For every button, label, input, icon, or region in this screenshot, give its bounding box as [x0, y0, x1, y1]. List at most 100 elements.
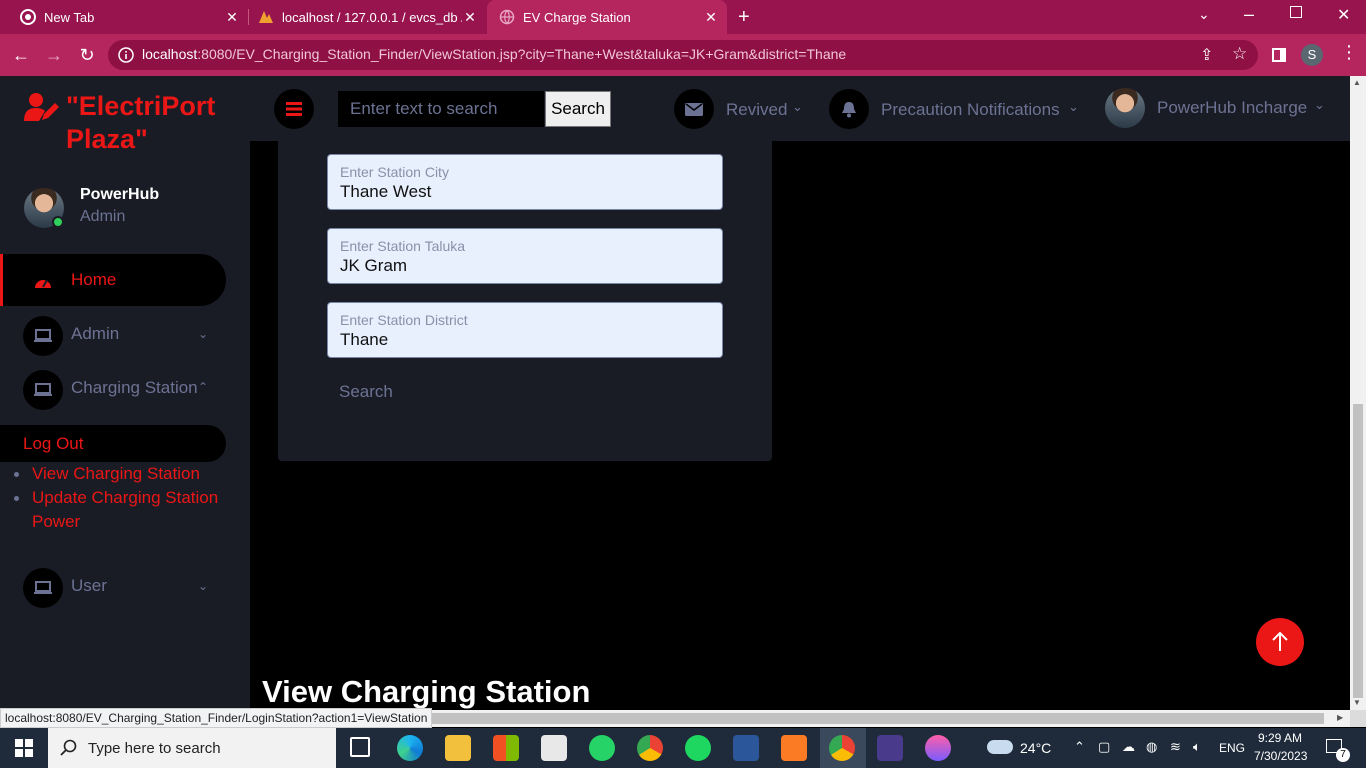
language-indicator[interactable]: ENG [1219, 741, 1245, 755]
sidebar-item-label: Charging Station [71, 378, 198, 397]
sidebar-item-charging-station[interactable]: Charging Station ⌃ [0, 362, 226, 414]
charging-station-submenu: View Charging Station Update Charging St… [12, 462, 242, 534]
close-tab-icon[interactable]: ✕ [703, 9, 719, 25]
search-button[interactable]: Search [545, 91, 611, 127]
sidebar-item-logout[interactable]: Log Out [0, 425, 226, 462]
forward-arrow-icon[interactable]: → [43, 44, 65, 66]
task-view-icon[interactable] [350, 737, 370, 757]
url-text: localhost:8080/EV_Charging_Station_Finde… [142, 46, 846, 62]
file-explorer-icon[interactable] [445, 735, 471, 761]
minimize-icon[interactable]: – [1244, 4, 1254, 25]
tab-title: localhost / 127.0.0.1 / evcs_db / r [282, 9, 462, 25]
laptop-icon [23, 316, 63, 356]
bell-icon [842, 101, 856, 117]
field-label: Enter Station District [340, 312, 468, 328]
field-value: Thane West [340, 182, 432, 201]
sidebar-item-label: Home [71, 270, 117, 289]
chevron-down-icon: ⌄ [198, 327, 209, 341]
sidebar-item-admin[interactable]: Admin ⌄ [0, 308, 226, 360]
weather-cloud-icon[interactable] [987, 740, 1013, 754]
tab-search-chevron-icon[interactable]: ⌄ [1198, 6, 1210, 23]
whatsapp-icon[interactable] [589, 735, 615, 761]
back-to-top-button[interactable] [1256, 618, 1304, 666]
tab-title: EV Charge Station [523, 9, 631, 25]
field-value: Thane [340, 330, 389, 349]
station-city-field[interactable]: Enter Station City Thane West [327, 154, 723, 210]
windows-start-icon[interactable] [15, 739, 33, 757]
edge-icon[interactable] [397, 735, 423, 761]
volume-icon[interactable]: 🔈︎ [1193, 739, 1201, 755]
chevron-down-icon: ⌄ [198, 579, 209, 593]
messages-button[interactable] [674, 89, 714, 129]
onedrive-icon[interactable]: ☁ [1122, 739, 1135, 755]
close-tab-icon[interactable]: ✕ [462, 9, 478, 25]
hamburger-menu-icon [286, 102, 302, 116]
chrome-icon[interactable] [637, 735, 663, 761]
chrome-profile-icon[interactable] [829, 735, 855, 761]
scroll-right-arrow-icon[interactable]: ▶ [1337, 713, 1343, 722]
submenu-view-charging-station[interactable]: View Charging Station [12, 462, 242, 486]
paint-app-icon[interactable] [925, 735, 951, 761]
restore-icon[interactable] [1290, 6, 1302, 18]
chevron-down-icon: ⌄ [1068, 99, 1079, 114]
clock-date[interactable]: 7/30/2023 [1254, 749, 1307, 763]
side-panel-icon[interactable] [1272, 48, 1286, 62]
sidebar-item-label: Admin [71, 324, 120, 343]
close-window-icon[interactable]: ✕ [1337, 5, 1350, 25]
bookmark-star-icon[interactable]: ☆ [1232, 44, 1247, 64]
sidebar-toggle-button[interactable] [274, 89, 314, 129]
network-globe-icon[interactable]: ◍ [1146, 739, 1157, 755]
info-icon[interactable] [118, 47, 134, 63]
chevron-up-icon: ⌃ [198, 380, 209, 394]
tray-expand-icon[interactable]: ⌃ [1074, 739, 1085, 755]
search-input[interactable] [338, 91, 544, 127]
notifications-label[interactable]: Precaution Notifications [881, 100, 1060, 120]
browser-menu-icon[interactable]: ⋮ [1340, 42, 1358, 63]
dashboard-icon [23, 262, 63, 302]
tab-phpmyadmin[interactable]: localhost / 127.0.0.1 / evcs_db / r ✕ [248, 0, 486, 34]
notifications-button[interactable] [829, 89, 869, 129]
laptop-icon [23, 568, 63, 608]
reload-icon[interactable]: ↻ [76, 44, 98, 66]
tray-device-icon[interactable]: ▢ [1098, 739, 1110, 755]
messages-label[interactable]: Revived [726, 100, 787, 120]
url-host: localhost [142, 46, 198, 62]
user-edit-icon [24, 93, 59, 121]
xampp-icon[interactable] [781, 735, 807, 761]
profile-avatar[interactable]: S [1301, 44, 1323, 66]
chevron-down-icon: ⌄ [792, 99, 803, 114]
field-value: JK Gram [340, 256, 408, 275]
game-app-icon[interactable] [877, 735, 903, 761]
chevron-down-icon: ⌄ [1314, 97, 1325, 112]
share-icon[interactable]: ⇪ [1200, 45, 1213, 65]
profile-avatar[interactable] [1105, 88, 1145, 128]
sidebar-item-home[interactable]: Home [0, 254, 226, 306]
store-icon[interactable] [493, 735, 519, 761]
profile-label[interactable]: PowerHub Incharge [1157, 98, 1307, 118]
clock-time[interactable]: 9:29 AM [1258, 731, 1302, 745]
page-title: View Charging Station [262, 674, 591, 709]
sidebar-item-user[interactable]: User ⌄ [0, 560, 226, 612]
word-icon[interactable] [733, 735, 759, 761]
close-tab-icon[interactable]: ✕ [224, 9, 240, 25]
scroll-down-arrow-icon[interactable]: ▼ [1353, 698, 1361, 707]
spotify-icon[interactable] [685, 735, 711, 761]
scroll-up-arrow-icon[interactable]: ▲ [1353, 78, 1361, 87]
phpmyadmin-icon [259, 11, 273, 23]
brand-title[interactable]: "ElectriPort Plaza" [66, 90, 246, 156]
weather-temperature[interactable]: 24°C [1020, 740, 1051, 756]
field-label: Enter Station City [340, 164, 449, 180]
tab-new-tab[interactable]: New Tab ✕ [0, 0, 248, 34]
tab-ev-charge-station[interactable]: EV Charge Station ✕ [487, 0, 727, 34]
wifi-icon[interactable]: ≋ [1170, 739, 1181, 755]
scrollbar-corner [1350, 710, 1366, 727]
back-arrow-icon[interactable]: ← [10, 44, 32, 66]
chrome-icon [20, 9, 36, 25]
vertical-scroll-thumb[interactable] [1353, 404, 1363, 698]
station-taluka-field[interactable]: Enter Station Taluka JK Gram [327, 228, 723, 284]
form-search-button[interactable]: Search [339, 382, 393, 402]
new-tab-plus-icon[interactable]: + [738, 6, 750, 29]
submenu-update-charging-station-power[interactable]: Update Charging Station Power [12, 486, 242, 534]
mail-icon[interactable] [541, 735, 567, 761]
station-district-field[interactable]: Enter Station District Thane [327, 302, 723, 358]
